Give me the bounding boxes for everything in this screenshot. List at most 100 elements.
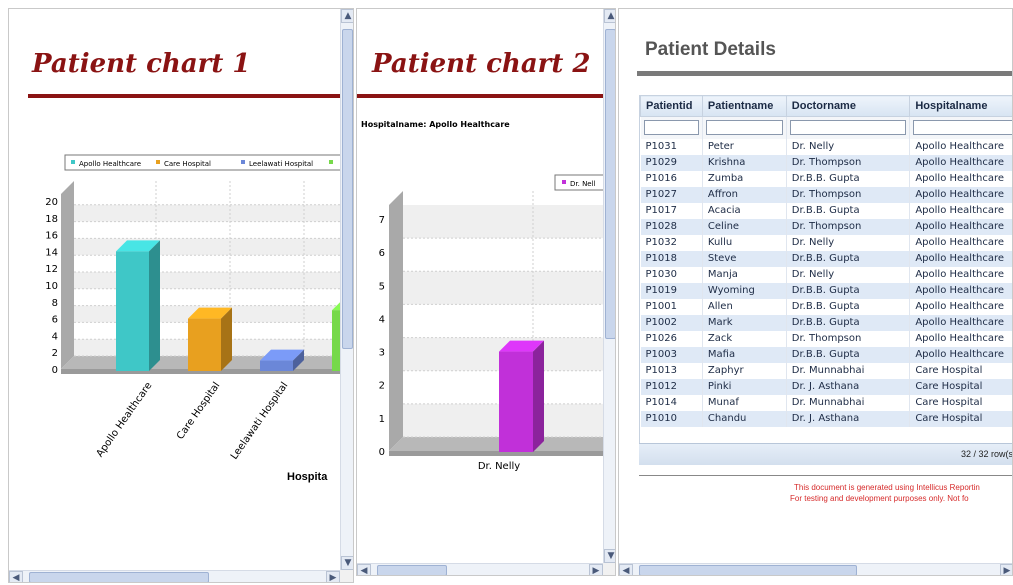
table-cell: Dr. Nelly [786,234,911,251]
table-row[interactable]: P1017 Acacia Dr.B.B. Gupta Apollo Healthcar… [640,202,1012,219]
y-tick-label: 6 [379,248,385,259]
y-tick-label: 4 [379,314,385,325]
y-tick-label: 2 [379,381,385,392]
scroll-right-arrow-icon[interactable]: ▶ [589,564,603,575]
table-cell: P1027 [640,186,703,203]
table-cell: Pinki [702,378,787,395]
scroll-right-arrow-icon[interactable]: ▶ [1000,564,1012,575]
table-row[interactable]: P1001 Allen Dr.B.B. Gupta Apollo Healthcare [640,298,1012,315]
table-cell: Apollo Healthcare [909,330,1012,347]
table-cell: P1016 [640,170,703,187]
table-row[interactable]: P1026 Zack Dr. Thompson Apollo Healthcare [640,330,1012,347]
table-row[interactable]: P1010 Chandu Dr. J. Asthana Care Hospital [640,410,1012,427]
table-cell: Apollo Healthcare [909,138,1012,155]
details-horizontal-scrollbar[interactable]: ◀ ▶ [619,563,1012,575]
table-row[interactable]: P1030 Manja Dr. Nelly Apollo Healthcare [640,266,1012,283]
table-cell: Celine [702,218,787,235]
filter-input-patientname[interactable] [705,120,783,136]
table-row[interactable]: P1031 Peter Dr. Nelly Apollo Healthcare [640,138,1012,155]
table-cell: P1029 [640,154,703,171]
y-tick-label: 1 [379,414,385,425]
filter-input-doctorname[interactable] [789,120,907,136]
table-cell: Care Hospital [909,394,1012,411]
table-cell: Steve [702,250,787,267]
scroll-left-arrow-icon[interactable]: ◀ [619,564,633,575]
table-header-row: Patientid Patientname Doctorname Hospita… [640,95,1012,117]
scroll-thumb[interactable] [639,565,857,575]
table-row[interactable]: P1032 Kullu Dr. Nelly Apollo Healthcare [640,234,1012,251]
scroll-thumb[interactable] [342,29,353,349]
table-row[interactable]: P1013 Zaphyr Dr. Munnabhai Care Hospital [640,362,1012,379]
bar-0 [116,240,160,371]
table-cell: Mafia [702,346,787,363]
filter-input-hospitalname[interactable] [913,120,1012,136]
y-tick-label: 6 [52,315,58,326]
column-header-patientid[interactable]: Patientid [640,95,703,117]
scroll-down-arrow-icon[interactable]: ▼ [341,556,353,570]
table-row[interactable]: P1012 Pinki Dr. J. Asthana Care Hospital [640,378,1012,395]
table-cell: Dr.B.B. Gupta [786,282,911,299]
chart-1-horizontal-scrollbar[interactable]: ◀ ▶ [9,570,340,582]
table-cell: Dr. Thompson [786,218,911,235]
scroll-left-arrow-icon[interactable]: ◀ [357,564,371,575]
table-cell: Affron [702,186,787,203]
table-cell: Apollo Healthcare [909,218,1012,235]
y-tick-label: 7 [379,215,385,226]
legend-swatch-care [156,160,160,164]
generated-note-line-1: This document is generated using Intelli… [794,483,980,492]
table-cell: Dr. Nelly [786,138,911,155]
filter-input-patientid[interactable] [643,120,699,136]
table-cell: Dr. Thompson [786,330,911,347]
chart-1-title: Patient chart 1 [32,49,251,79]
scroll-up-arrow-icon[interactable]: ▲ [604,9,615,23]
chart-1-y-ticks: 0 2 4 6 8 10 12 14 16 18 20 [45,197,58,376]
table-row[interactable]: P1014 Munaf Dr. Munnabhai Care Hospital [640,394,1012,411]
filter-row [640,116,1012,139]
table-cell: Chandu [702,410,787,427]
y-tick-label: 4 [52,331,58,342]
table-row[interactable]: P1029 Krishna Dr. Thompson Apollo Healthcar… [640,154,1012,171]
chart-2-horizontal-scrollbar[interactable]: ◀ ▶ [357,563,603,575]
scroll-thumb[interactable] [377,565,447,575]
table-row[interactable]: P1003 Mafia Dr.B.B. Gupta Apollo Healthcare [640,346,1012,363]
chart-2-svg: Dr. Nell 0 1 2 3 4 5 6 7 Dr. Nelly [379,174,603,472]
table-row[interactable]: P1028 Celine Dr. Thompson Apollo Healthcare [640,218,1012,235]
y-tick-label: 10 [45,281,58,292]
chart-2-vertical-scrollbar[interactable]: ▲ ▼ [603,9,615,563]
table-cell: P1018 [640,250,703,267]
scroll-thumb[interactable] [605,29,615,339]
y-tick-label: 8 [52,298,58,309]
table-row[interactable]: P1018 Steve Dr.B.B. Gupta Apollo Healthcare [640,250,1012,267]
scroll-thumb[interactable] [29,572,209,582]
chart-1-x-labels: Apollo Healthcare Care Hospital Leelawati … [95,380,341,461]
table-cell: P1017 [640,202,703,219]
table-row[interactable]: P1019 Wyoming Dr.B.B. Gupta Apollo Healthca… [640,282,1012,299]
patient-table: Patientid Patientname Doctorname Hospita… [640,95,1012,427]
table-cell: Zack [702,330,787,347]
table-row[interactable]: P1016 Zumba Dr.B.B. Gupta Apollo Healthcare [640,170,1012,187]
chart-1-vertical-scrollbar[interactable]: ▲ ▼ [340,9,353,570]
table-cell: P1028 [640,218,703,235]
patient-details-title: Patient Details [645,39,776,60]
table-cell: Dr. Thompson [786,154,911,171]
row-count: 32 / 32 row(s [960,449,1013,459]
chart-2-content: Patient chart 2 Hospitalname: Apollo Hea… [357,9,615,575]
scroll-down-arrow-icon[interactable]: ▼ [604,549,615,563]
table-cell: P1002 [640,314,703,331]
x-tick-label: Leelawati Hospital [229,380,291,461]
table-cell: Dr. J. Asthana [786,410,911,427]
chart-1-content: Patient chart 1 Apollo Healthcare Care H… [9,9,353,582]
legend-apollo: Apollo Healthcare [79,160,141,168]
column-header-doctorname[interactable]: Doctorname [785,95,911,117]
scroll-right-arrow-icon[interactable]: ▶ [326,571,340,582]
table-cell: Krishna [702,154,787,171]
table-row[interactable]: P1002 Mark Dr.B.B. Gupta Apollo Healthcare [640,314,1012,331]
scroll-left-arrow-icon[interactable]: ◀ [9,571,23,582]
column-header-hospitalname[interactable]: Hospitalname [909,95,1012,117]
table-cell: Apollo Healthcare [909,282,1012,299]
legend-swatch-apollo [71,160,75,164]
table-row[interactable]: P1027 Affron Dr. Thompson Apollo Healthcare [640,186,1012,203]
column-header-patientname[interactable]: Patientname [701,95,787,117]
scroll-up-arrow-icon[interactable]: ▲ [341,9,353,23]
legend-leelawati: Leelawati Hospital [249,160,313,168]
